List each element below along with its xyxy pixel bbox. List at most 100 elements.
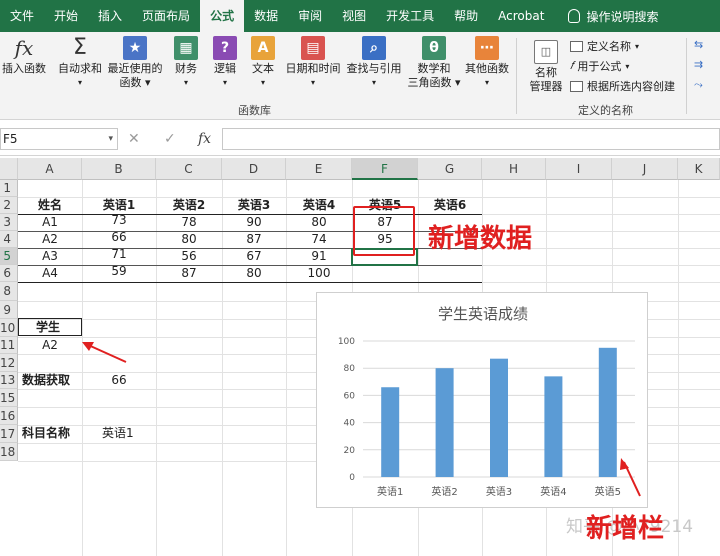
column-header-E[interactable]: E xyxy=(286,158,352,180)
table-cell[interactable] xyxy=(352,265,418,282)
header-english2[interactable]: 英语2 xyxy=(156,197,222,214)
row-header-15[interactable]: 15 xyxy=(0,389,18,407)
chart-bar[interactable] xyxy=(544,376,563,477)
tab-10[interactable]: Acrobat xyxy=(488,0,554,32)
header-english3[interactable]: 英语3 xyxy=(222,197,286,214)
row-header-6[interactable]: 6 xyxy=(0,265,18,282)
table-cell[interactable]: A2 xyxy=(18,231,82,248)
define-name-button[interactable]: 定义名称 ▾ xyxy=(570,38,639,54)
subject-value[interactable]: 英语1 xyxy=(102,425,134,442)
tell-me-search[interactable]: 操作说明搜索 xyxy=(568,0,658,32)
row-header-1[interactable]: 1 xyxy=(0,180,18,197)
fetch-value[interactable]: 66 xyxy=(104,372,134,389)
more-functions-button[interactable]: ⋯ 其他函数 ▾ xyxy=(464,36,510,90)
chart-bar[interactable] xyxy=(598,347,617,477)
y-tick-label: 0 xyxy=(349,473,355,483)
table-cell[interactable]: 87 xyxy=(222,231,286,248)
tab-6[interactable]: 审阅 xyxy=(288,0,332,32)
header-english6[interactable]: 英语6 xyxy=(418,197,482,214)
cancel-icon[interactable]: ✕ xyxy=(128,128,140,150)
column-header-B[interactable]: B xyxy=(82,158,156,180)
table-cell[interactable]: A1 xyxy=(18,214,82,231)
table-cell[interactable]: 78 xyxy=(156,214,222,231)
table-cell[interactable]: 67 xyxy=(222,248,286,265)
table-cell[interactable]: A4 xyxy=(18,265,82,282)
chart-bar[interactable] xyxy=(435,368,454,477)
remove-arrows-icon[interactable]: ⤳ xyxy=(694,78,703,92)
recently-used-label-2: 函数 ▾ xyxy=(119,76,151,89)
header-name[interactable]: 姓名 xyxy=(18,197,82,214)
recently-used-button[interactable]: ★ 最近使用的 函数 ▾ xyxy=(106,36,164,90)
tab-8[interactable]: 开发工具 xyxy=(376,0,444,32)
row-header-17[interactable]: 17 xyxy=(0,425,18,443)
table-cell[interactable]: 80 xyxy=(286,214,352,231)
column-header-I[interactable]: I xyxy=(546,158,612,180)
chart-bar[interactable] xyxy=(490,358,508,477)
row-header-5[interactable]: 5 xyxy=(0,248,18,265)
chart-bar[interactable] xyxy=(381,387,400,477)
financial-button[interactable]: ▦ 财务 ▾ xyxy=(168,36,204,90)
row-header-16[interactable]: 16 xyxy=(0,407,18,425)
score-bar-chart[interactable]: 学生英语成绩 0 20 40 60 80 100 英语1 英语2 英语3 英语4 英语5 xyxy=(316,292,648,508)
fx-icon[interactable]: fx xyxy=(198,128,211,150)
tab-3[interactable]: 页面布局 xyxy=(132,0,200,32)
logical-button[interactable]: ? 逻辑 ▾ xyxy=(208,36,242,90)
tab-4[interactable]: 公式 xyxy=(200,0,245,32)
fetch-label[interactable]: 数据获取 xyxy=(22,372,70,389)
use-in-formula-button[interactable]: 𝑓 用于公式 ▾ xyxy=(570,58,629,74)
trace-dependents-icon[interactable]: ⇉ xyxy=(694,58,703,71)
tab-9[interactable]: 帮助 xyxy=(444,0,488,32)
header-english4[interactable]: 英语4 xyxy=(286,197,352,214)
create-from-selection-button[interactable]: 根据所选内容创建 xyxy=(570,78,675,94)
column-header-H[interactable]: H xyxy=(482,158,546,180)
name-manager-button[interactable]: ◫ 名称 管理器 xyxy=(524,40,568,94)
define-name-label: 定义名称 xyxy=(587,40,631,53)
row-header-10[interactable]: 10 xyxy=(0,319,18,337)
row-header-3[interactable]: 3 xyxy=(0,214,18,231)
subject-label[interactable]: 科目名称 xyxy=(22,425,70,442)
datetime-button[interactable]: ▤ 日期和时间 ▾ xyxy=(284,36,342,90)
trace-precedents-icon[interactable]: ⇆ xyxy=(694,38,703,51)
table-cell[interactable]: 100 xyxy=(286,265,352,282)
row-header-8[interactable]: 8 xyxy=(0,282,18,301)
autosum-button[interactable]: Σ 自动求和 ▾ xyxy=(56,36,104,90)
row-header-11[interactable]: 11 xyxy=(0,337,18,354)
table-cell[interactable]: 87 xyxy=(156,265,222,282)
column-header-G[interactable]: G xyxy=(418,158,482,180)
table-cell[interactable]: 90 xyxy=(222,214,286,231)
column-header-D[interactable]: D xyxy=(222,158,286,180)
tab-5[interactable]: 数据 xyxy=(244,0,288,32)
row-header-4[interactable]: 4 xyxy=(0,231,18,248)
theta-book-icon: θ xyxy=(422,36,446,60)
tab-1[interactable]: 开始 xyxy=(44,0,88,32)
lookup-button[interactable]: ⌕ 查找与引用 ▾ xyxy=(344,36,404,90)
insert-function-button[interactable]: fx 插入函数 xyxy=(2,36,46,76)
table-cell[interactable]: 56 xyxy=(156,248,222,265)
math-label-1: 数学和 xyxy=(417,62,451,75)
row-header-9[interactable]: 9 xyxy=(0,301,18,319)
tab-0[interactable]: 文件 xyxy=(0,0,44,32)
math-button[interactable]: θ 数学和 三角函数 ▾ xyxy=(406,36,462,90)
tab-2[interactable]: 插入 xyxy=(88,0,132,32)
table-cell[interactable]: 80 xyxy=(156,231,222,248)
row-header-2[interactable]: 2 xyxy=(0,197,18,214)
student-value[interactable]: A2 xyxy=(18,337,82,354)
table-cell[interactable]: A3 xyxy=(18,248,82,265)
enter-icon[interactable]: ✓ xyxy=(164,128,176,150)
tab-7[interactable]: 视图 xyxy=(332,0,376,32)
row-header-13[interactable]: 13 xyxy=(0,372,18,389)
row-header-18[interactable]: 18 xyxy=(0,443,18,461)
row-header-12[interactable]: 12 xyxy=(0,354,18,372)
text-button[interactable]: A 文本 ▾ xyxy=(246,36,280,90)
table-cell[interactable]: 74 xyxy=(286,231,352,248)
column-header-K[interactable]: K xyxy=(678,158,720,180)
formula-input[interactable] xyxy=(222,128,720,150)
table-cell[interactable]: 80 xyxy=(222,265,286,282)
column-header-J[interactable]: J xyxy=(612,158,678,180)
name-box[interactable]: F5 ▾ xyxy=(0,128,118,150)
table-cell[interactable]: 91 xyxy=(286,248,352,265)
select-all-corner[interactable] xyxy=(0,158,18,180)
column-header-A[interactable]: A xyxy=(18,158,82,180)
column-header-C[interactable]: C xyxy=(156,158,222,180)
column-header-F[interactable]: F xyxy=(352,158,418,180)
